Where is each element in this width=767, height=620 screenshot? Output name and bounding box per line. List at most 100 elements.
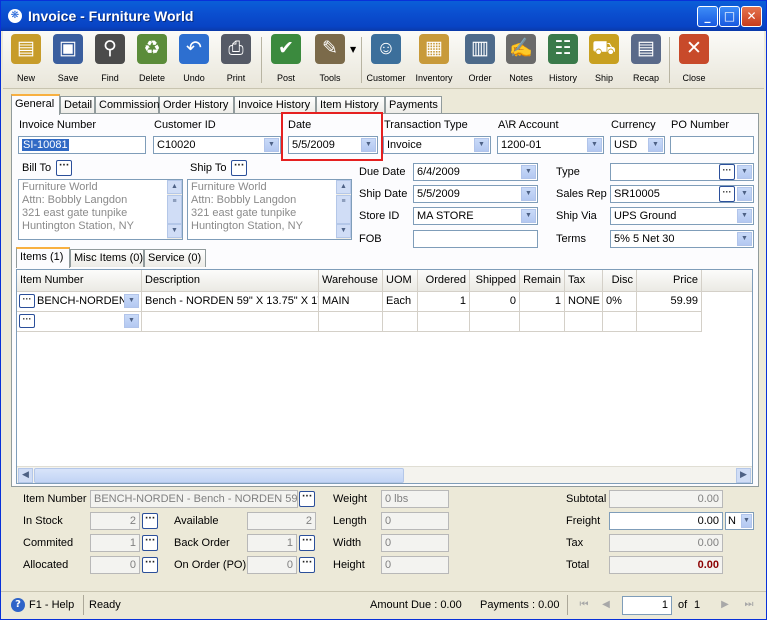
tax-cell[interactable]: NONE xyxy=(565,292,603,312)
chevron-down-icon[interactable]: ▼ xyxy=(264,138,279,152)
chevron-down-icon[interactable]: ▼ xyxy=(361,138,376,152)
column-header[interactable]: Ordered xyxy=(418,270,470,292)
column-header[interactable]: UOM xyxy=(383,270,418,292)
description-cell[interactable]: Bench - NORDEN 59" X 13.75" X 17. xyxy=(142,292,319,312)
ship-to-address[interactable]: Furniture World Attn: Bobbly Langdon 321… xyxy=(187,179,352,240)
previous-record-icon[interactable]: ◀ xyxy=(599,598,613,612)
store-id-select[interactable]: MA STORE ▼ xyxy=(413,207,538,225)
shipped-cell[interactable]: 0 xyxy=(470,292,520,312)
uom-cell[interactable]: Each xyxy=(383,292,418,312)
empty-cell[interactable] xyxy=(470,312,520,332)
inventory-button[interactable]: ▦ Inventory xyxy=(413,34,455,86)
back-order-lookup-button[interactable]: ··· xyxy=(299,535,315,551)
po-number-field[interactable] xyxy=(670,136,754,154)
first-record-icon[interactable]: ⏮ xyxy=(577,598,591,612)
tab-general[interactable]: General xyxy=(11,94,60,115)
ship-button[interactable]: ⛟ Ship xyxy=(583,34,625,86)
column-header[interactable]: Description xyxy=(142,270,319,292)
ship-to-scrollbar[interactable]: ▲ ≡ ▼ xyxy=(336,180,351,239)
empty-cell[interactable] xyxy=(383,312,418,332)
chevron-down-icon[interactable]: ▼ xyxy=(737,187,752,201)
scroll-thumb[interactable]: ≡ xyxy=(167,195,182,224)
column-header[interactable]: Warehouse xyxy=(319,270,383,292)
ship-via-select[interactable]: UPS Ground ▼ xyxy=(610,207,754,225)
due-date-field[interactable]: 6/4/2009 ▼ xyxy=(413,163,538,181)
sales-rep-select[interactable]: SR10005 ··· ▼ xyxy=(610,185,754,203)
tab-misc-items[interactable]: Misc Items (0) xyxy=(70,249,144,267)
close-window-button[interactable]: ✕ xyxy=(741,6,762,27)
empty-cell[interactable] xyxy=(418,312,470,332)
remain-cell[interactable]: 1 xyxy=(520,292,565,312)
customer-button[interactable]: ☺ Customer xyxy=(365,34,407,86)
column-header[interactable]: Tax xyxy=(565,270,603,292)
item-number-cell[interactable]: ··· BENCH-NORDEN ▼ xyxy=(17,292,142,312)
chevron-down-icon[interactable]: ▼ xyxy=(741,514,752,528)
on-order-lookup-button[interactable]: ··· xyxy=(299,557,315,573)
ship-date-field[interactable]: 5/5/2009 ▼ xyxy=(413,185,538,203)
scroll-down-icon[interactable]: ▼ xyxy=(167,224,182,238)
scroll-right-icon[interactable]: ▶ xyxy=(736,468,751,483)
item-lookup-button[interactable]: ··· xyxy=(19,314,35,328)
title-bar[interactable]: ❋ Invoice - Furniture World _ □ ✕ xyxy=(1,1,766,31)
tab-service[interactable]: Service (0) xyxy=(144,249,206,267)
empty-cell[interactable] xyxy=(142,312,319,332)
type-select[interactable]: ··· ▼ xyxy=(610,163,754,181)
last-record-icon[interactable]: ⏭ xyxy=(742,598,756,612)
help-icon[interactable]: ? xyxy=(11,598,25,612)
warehouse-cell[interactable]: MAIN xyxy=(319,292,383,312)
column-header[interactable]: Item Number xyxy=(17,270,142,292)
order-button[interactable]: ▥ Order xyxy=(459,34,501,86)
tools-dropdown-arrow-icon[interactable]: ▼ xyxy=(350,45,356,54)
post-button[interactable]: ✔ Post xyxy=(265,34,307,86)
price-cell[interactable]: 59.99 xyxy=(637,292,702,312)
fob-field[interactable] xyxy=(413,230,538,248)
chevron-down-icon[interactable]: ▼ xyxy=(737,165,752,179)
chevron-down-icon[interactable]: ▼ xyxy=(124,294,139,308)
date-field[interactable]: 5/5/2009 ▼ xyxy=(288,136,378,154)
delete-button[interactable]: ♻ Delete xyxy=(131,34,173,86)
chevron-down-icon[interactable]: ▼ xyxy=(737,209,752,223)
chevron-down-icon[interactable]: ▼ xyxy=(737,232,752,246)
chevron-down-icon[interactable]: ▼ xyxy=(474,138,489,152)
empty-cell[interactable] xyxy=(520,312,565,332)
help-text[interactable]: F1 - Help xyxy=(29,599,74,611)
bill-to-scrollbar[interactable]: ▲ ≡ ▼ xyxy=(167,180,182,239)
grid-horizontal-scrollbar[interactable]: ◀ ▶ xyxy=(17,466,752,483)
ship-to-lookup-button[interactable]: ··· xyxy=(231,160,247,176)
freight-field[interactable]: 0.00 xyxy=(609,512,723,530)
scroll-left-icon[interactable]: ◀ xyxy=(18,468,33,483)
chevron-down-icon[interactable]: ▼ xyxy=(521,165,536,179)
scroll-thumb[interactable]: ≡ xyxy=(336,195,351,224)
new-item-cell[interactable]: ··· ▼ xyxy=(17,312,142,332)
committed-lookup-button[interactable]: ··· xyxy=(142,535,158,551)
currency-select[interactable]: USD ▼ xyxy=(610,136,665,154)
transaction-type-select[interactable]: Invoice ▼ xyxy=(383,136,491,154)
tab-payments[interactable]: Payments xyxy=(385,96,442,114)
undo-button[interactable]: ↶ Undo xyxy=(173,34,215,86)
sales-rep-lookup-button[interactable]: ··· xyxy=(719,186,735,202)
tab-items[interactable]: Items (1) xyxy=(16,247,70,268)
bill-to-address[interactable]: Furniture World Attn: Bobbly Langdon 321… xyxy=(18,179,183,240)
next-record-icon[interactable]: ▶ xyxy=(718,598,732,612)
chevron-down-icon[interactable]: ▼ xyxy=(521,209,536,223)
empty-cell[interactable] xyxy=(637,312,702,332)
empty-cell[interactable] xyxy=(603,312,637,332)
ordered-cell[interactable]: 1 xyxy=(418,292,470,312)
chevron-down-icon[interactable]: ▼ xyxy=(587,138,602,152)
scroll-up-icon[interactable]: ▲ xyxy=(167,180,182,194)
type-lookup-button[interactable]: ··· xyxy=(719,164,735,180)
new-button[interactable]: ▤ New xyxy=(5,34,47,86)
app-icon[interactable]: ❋ xyxy=(8,9,22,23)
tab-detail[interactable]: Detail xyxy=(60,96,95,114)
chevron-down-icon[interactable]: ▼ xyxy=(124,314,139,328)
maximize-button[interactable]: □ xyxy=(719,6,740,27)
empty-cell[interactable] xyxy=(319,312,383,332)
tab-order-history[interactable]: Order History xyxy=(159,96,234,114)
ar-account-select[interactable]: 1200-01 ▼ xyxy=(497,136,604,154)
tools-button[interactable]: ✎ Tools xyxy=(305,34,355,86)
item-number-lookup-button[interactable]: ··· xyxy=(299,491,315,507)
freight-code-select[interactable]: N ▼ xyxy=(725,512,754,530)
print-button[interactable]: ⎙ Print xyxy=(215,34,257,86)
terms-select[interactable]: 5% 5 Net 30 ▼ xyxy=(610,230,754,248)
save-button[interactable]: ▣ Save xyxy=(47,34,89,86)
